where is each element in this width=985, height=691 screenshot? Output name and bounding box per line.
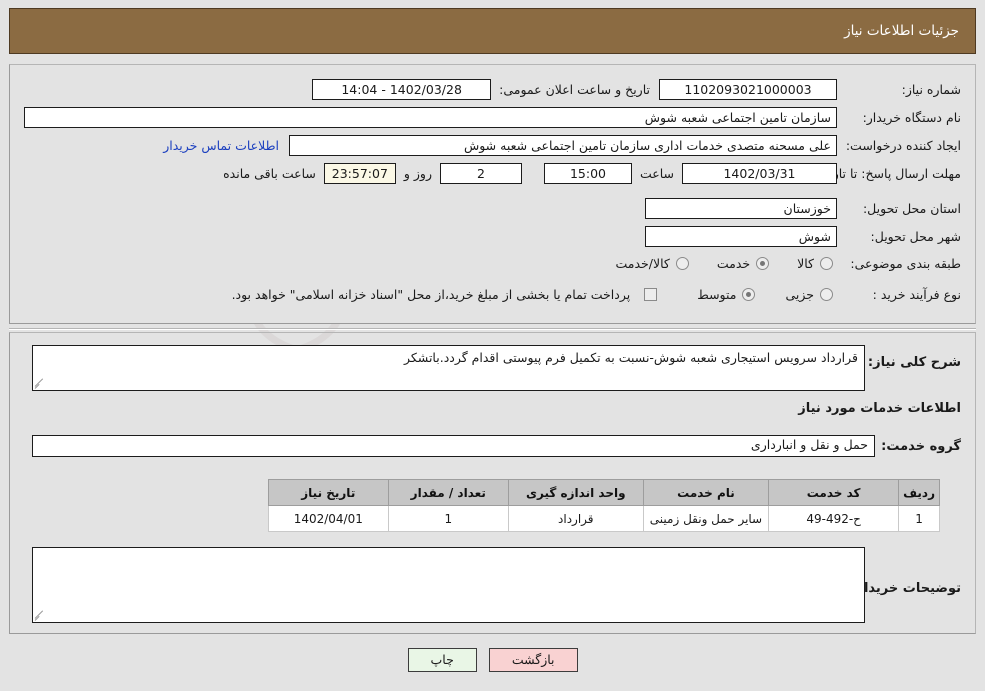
purchase-radio-motavaset-label: متوسط: [697, 287, 737, 302]
panel-divider: [9, 328, 976, 330]
category-option-kala-khedmat[interactable]: کالا/خدمت: [615, 256, 689, 271]
buyer-notes-value[interactable]: [32, 547, 865, 623]
field-request-creator: ایجاد کننده درخواست: علی مسحنه متصدی خدم…: [163, 135, 961, 156]
field-public-announce: تاریخ و ساعت اعلان عمومی: 1402/03/28 - 1…: [312, 79, 650, 100]
back-button[interactable]: بازگشت: [488, 648, 578, 672]
category-option-kala[interactable]: کالا: [797, 256, 833, 271]
deadline-remaining-label: ساعت باقی مانده: [223, 166, 316, 181]
cell-unit: قرارداد: [507, 505, 644, 532]
service-group-value[interactable]: حمل و نقل و انبارداری: [32, 435, 875, 457]
treasury-bond-option[interactable]: پرداخت تمام یا بخشی از مبلغ خرید،از محل …: [232, 287, 658, 302]
print-button[interactable]: چاپ: [407, 648, 477, 672]
category-radio-khedmat[interactable]: [756, 257, 770, 270]
treasury-bond-label: پرداخت تمام یا بخشی از مبلغ خرید،از محل …: [231, 287, 631, 302]
cell-quantity: 1: [387, 505, 509, 532]
th-unit: واحد اندازه گیری: [507, 479, 644, 506]
category-label: طبقه بندی موضوعی:: [850, 256, 961, 271]
category-radio-kala-label: کالا: [797, 256, 814, 271]
buyer-notes-label: توضیحات خریدار:: [851, 581, 961, 596]
resize-grip-icon: [34, 377, 47, 389]
delivery-city-label: شهر محل تحویل:: [870, 229, 961, 244]
service-group-text: حمل و نقل و انبارداری: [750, 437, 868, 452]
th-quantity: تعداد / مقدار: [387, 479, 509, 506]
th-row-no: ردیف: [898, 479, 940, 506]
field-need-number: شماره نیاز: 1102093021000003: [659, 79, 961, 100]
deadline-days-value: 2: [439, 163, 522, 184]
purchase-option-motavaset[interactable]: متوسط: [697, 287, 756, 302]
deadline-hour-value: 15:00: [543, 163, 632, 184]
field-category: طبقه بندی موضوعی: کالا خدمت کالا/خدمت: [615, 256, 961, 271]
purchase-option-jozii[interactable]: جزیی: [785, 287, 833, 302]
delivery-province-label: استان محل تحویل:: [862, 201, 961, 216]
public-announce-label: تاریخ و ساعت اعلان عمومی:: [499, 82, 650, 97]
purchase-radio-motavaset[interactable]: [742, 288, 756, 301]
general-desc-label: شرح کلی نیاز:: [867, 355, 961, 370]
page-header: جزئیات اطلاعات نیاز: [9, 8, 976, 54]
request-creator-label: ایجاد کننده درخواست:: [845, 138, 961, 153]
cell-service-code: ح-492-49: [768, 505, 900, 532]
th-service-name: نام خدمت: [642, 479, 770, 506]
treasury-bond-checkbox[interactable]: [644, 288, 658, 301]
category-radio-kala[interactable]: [820, 257, 833, 270]
category-radio-khedmat-label: خدمت: [716, 256, 751, 271]
need-number-value: 1102093021000003: [659, 79, 837, 100]
table-header-row: ردیف کد خدمت نام خدمت واحد اندازه گیری ت…: [267, 479, 940, 506]
deadline-countdown-value: 23:57:07: [323, 163, 396, 184]
category-radio-kala-khedmat[interactable]: [675, 257, 689, 270]
cell-service-name: سایر حمل ونقل زمینی: [642, 505, 770, 532]
general-desc-text: قرارداد سرویس استیجاری شعبه شوش-نسبت به …: [404, 350, 858, 365]
deadline-hour-label: ساعت: [639, 166, 674, 181]
purchase-type-label: نوع فرآیند خرید :: [872, 287, 961, 302]
th-need-date: تاریخ نیاز: [267, 479, 389, 506]
deadline-date-value: 1402/03/31: [682, 163, 837, 184]
services-section-heading: اطلاعات خدمات مورد نیاز: [798, 401, 961, 416]
field-purchase-type: نوع فرآیند خرید : جزیی متوسط پرداخت تمام…: [232, 287, 961, 302]
field-delivery-city: شهر محل تحویل: شوش: [645, 226, 961, 247]
field-buyer-org: نام دستگاه خریدار: سازمان تامین اجتماعی …: [24, 107, 961, 128]
field-delivery-province: استان محل تحویل: خوزستان: [645, 198, 961, 219]
cell-row-no: 1: [898, 505, 940, 532]
general-desc-value[interactable]: قرارداد سرویس استیجاری شعبه شوش-نسبت به …: [32, 345, 865, 391]
need-number-label: شماره نیاز:: [901, 82, 961, 97]
purchase-radio-jozii-label: جزیی: [785, 287, 814, 302]
services-table: ردیف کد خدمت نام خدمت واحد اندازه گیری ت…: [267, 479, 940, 532]
public-announce-value: 1402/03/28 - 14:04: [312, 79, 492, 100]
page-title: جزئیات اطلاعات نیاز: [844, 23, 959, 39]
buyer-org-value: سازمان تامین اجتماعی شعبه شوش: [24, 107, 837, 128]
category-option-khedmat[interactable]: خدمت: [716, 256, 770, 271]
action-button-bar: بازگشت چاپ: [0, 648, 985, 672]
resize-grip-icon-notes: [34, 609, 47, 621]
buyer-contact-link[interactable]: اطلاعات تماس خریدار: [163, 138, 279, 153]
need-summary-panel: شماره نیاز: 1102093021000003 تاریخ و ساع…: [9, 64, 976, 324]
field-deadline: مهلت ارسال پاسخ: تا تاریخ: 1402/03/31 سا…: [223, 163, 961, 184]
page-root: جزئیات اطلاعات نیاز AriaTender.net شماره…: [0, 0, 985, 691]
delivery-province-value: خوزستان: [645, 198, 837, 219]
buyer-org-label: نام دستگاه خریدار:: [862, 110, 961, 125]
table-row: 1 ح-492-49 سایر حمل ونقل زمینی قرارداد 1…: [267, 505, 940, 532]
request-creator-value: علی مسحنه متصدی خدمات اداری سازمان تامین…: [289, 135, 837, 156]
delivery-city-value: شوش: [645, 226, 837, 247]
deadline-label: مهلت ارسال پاسخ: تا تاریخ:: [816, 165, 961, 181]
service-group-label: گروه خدمت:: [881, 439, 961, 454]
deadline-days-label: روز و: [403, 166, 432, 181]
category-radio-kala-khedmat-label: کالا/خدمت: [615, 256, 670, 271]
purchase-radio-jozii[interactable]: [820, 288, 833, 301]
th-service-code: کد خدمت: [768, 479, 900, 506]
cell-need-date: 1402/04/01: [267, 505, 389, 532]
